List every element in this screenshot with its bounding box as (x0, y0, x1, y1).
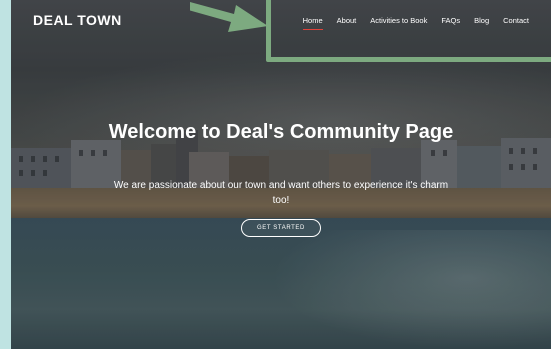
hero-subtitle: We are passionate about our town and wan… (113, 180, 449, 206)
hero-title: Welcome to Deal's Community Page (108, 121, 454, 143)
get-started-button[interactable]: GET STARTED (241, 219, 321, 237)
site-logo[interactable]: DEAL TOWN (33, 12, 122, 28)
annotation-highlight-box (266, 0, 551, 62)
annotation-arrow-icon (190, 2, 268, 32)
